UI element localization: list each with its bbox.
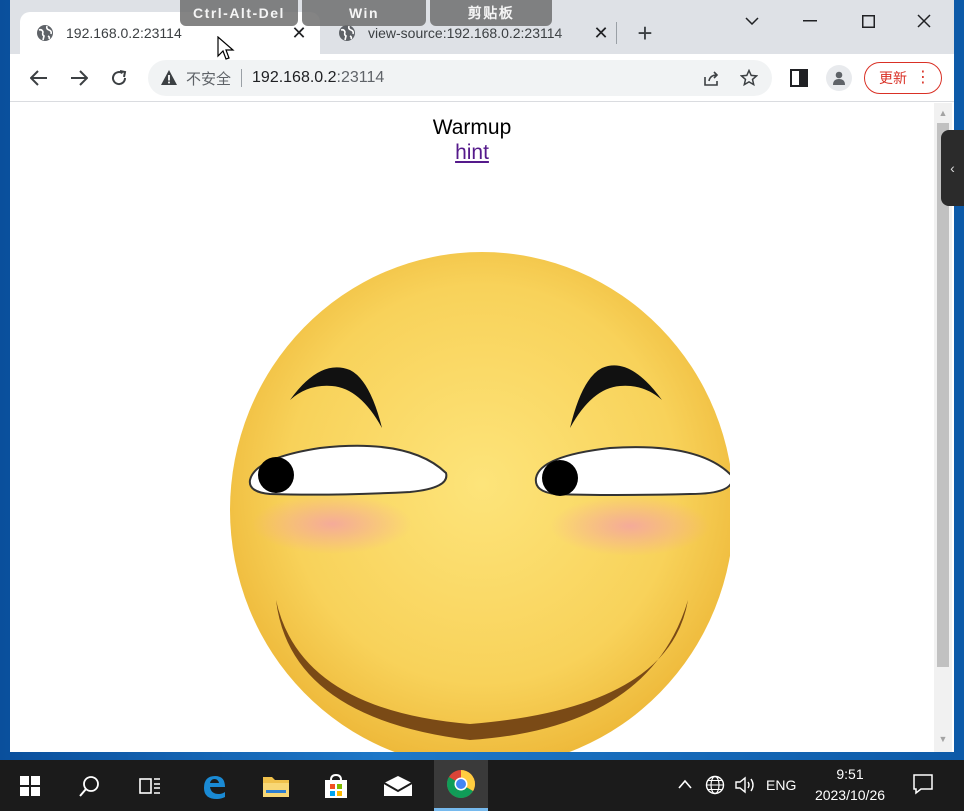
edge-browser-icon[interactable] bbox=[190, 760, 238, 811]
clock[interactable]: 9:51 2023/10/26 bbox=[800, 764, 900, 806]
search-icon[interactable] bbox=[66, 760, 114, 811]
scroll-up-arrow-icon[interactable]: ▲ bbox=[938, 108, 948, 118]
tab-separator bbox=[616, 22, 617, 44]
network-globe-icon[interactable] bbox=[705, 775, 725, 798]
forward-button[interactable] bbox=[64, 63, 94, 93]
tray-chevron-up-icon[interactable] bbox=[678, 776, 692, 792]
share-icon[interactable] bbox=[696, 63, 726, 93]
tab-title: 192.168.0.2:23114 bbox=[66, 25, 182, 41]
volume-icon[interactable] bbox=[734, 775, 756, 798]
warning-icon[interactable] bbox=[160, 69, 178, 87]
win-key-button[interactable]: Win bbox=[302, 0, 426, 26]
back-button[interactable] bbox=[24, 63, 54, 93]
tab-title: view-source:192.168.0.2:23114 bbox=[368, 25, 563, 41]
url-host: 192.168.0.2 bbox=[252, 69, 337, 86]
browser-toolbar: 不安全 192.168.0.2:23114 更新 ⋮ bbox=[10, 54, 954, 102]
tab-search-chevron-icon[interactable] bbox=[732, 6, 772, 36]
chrome-icon[interactable] bbox=[434, 760, 488, 811]
clipboard-button[interactable]: 剪贴板 bbox=[430, 0, 552, 26]
close-window-button[interactable] bbox=[904, 6, 944, 36]
mouse-cursor-icon bbox=[217, 36, 235, 60]
bookmark-star-icon[interactable] bbox=[734, 63, 764, 93]
file-explorer-icon[interactable] bbox=[252, 760, 300, 811]
tab-close-icon[interactable]: ✕ bbox=[590, 22, 612, 44]
scroll-down-arrow-icon[interactable]: ▼ bbox=[938, 734, 948, 744]
reload-button[interactable] bbox=[104, 63, 134, 93]
profile-avatar-icon[interactable] bbox=[826, 65, 852, 91]
page-viewport: Warmup hint ▲ ▼ bbox=[10, 103, 954, 752]
clock-time: 9:51 bbox=[836, 766, 864, 782]
store-icon[interactable] bbox=[312, 760, 360, 811]
input-language[interactable]: ENG bbox=[766, 777, 796, 793]
side-panel-handle-chevron-icon[interactable]: ‹ bbox=[941, 130, 964, 206]
new-tab-button[interactable]: + bbox=[630, 18, 660, 48]
browser-window: 192.168.0.2:23114 ✕ view-source:192.168.… bbox=[10, 0, 954, 752]
url-port: :23114 bbox=[336, 69, 385, 86]
notification-icon[interactable] bbox=[912, 773, 934, 798]
smiley-face-image bbox=[230, 252, 730, 752]
menu-dots-icon[interactable]: ⋮ bbox=[915, 70, 931, 86]
ctrl-alt-del-label: Ctrl-Alt-Del bbox=[193, 5, 285, 21]
omnibox-divider bbox=[241, 69, 243, 87]
start-windows-icon[interactable] bbox=[6, 760, 54, 811]
win-key-label: Win bbox=[348, 5, 380, 21]
windows-taskbar: ENG 9:51 2023/10/26 bbox=[0, 760, 964, 811]
clipboard-label: 剪贴板 bbox=[467, 5, 515, 21]
globe-icon bbox=[37, 25, 53, 41]
minimize-button[interactable] bbox=[790, 6, 830, 36]
mail-icon[interactable] bbox=[374, 760, 422, 811]
update-button[interactable]: 更新 ⋮ bbox=[864, 62, 942, 94]
side-panel-icon[interactable] bbox=[784, 63, 814, 93]
page-heading: Warmup bbox=[432, 116, 512, 139]
address-bar[interactable]: 不安全 192.168.0.2:23114 bbox=[148, 60, 772, 96]
security-label[interactable]: 不安全 bbox=[186, 68, 231, 89]
ctrl-alt-del-button[interactable]: Ctrl-Alt-Del bbox=[180, 0, 298, 26]
hint-link[interactable]: hint bbox=[10, 141, 934, 165]
update-label: 更新 bbox=[879, 70, 907, 86]
task-view-icon[interactable] bbox=[126, 760, 174, 811]
clock-date: 2023/10/26 bbox=[814, 787, 886, 803]
globe-icon bbox=[339, 25, 355, 41]
maximize-button[interactable] bbox=[848, 6, 888, 36]
hint-link-text[interactable]: hint bbox=[455, 141, 489, 164]
